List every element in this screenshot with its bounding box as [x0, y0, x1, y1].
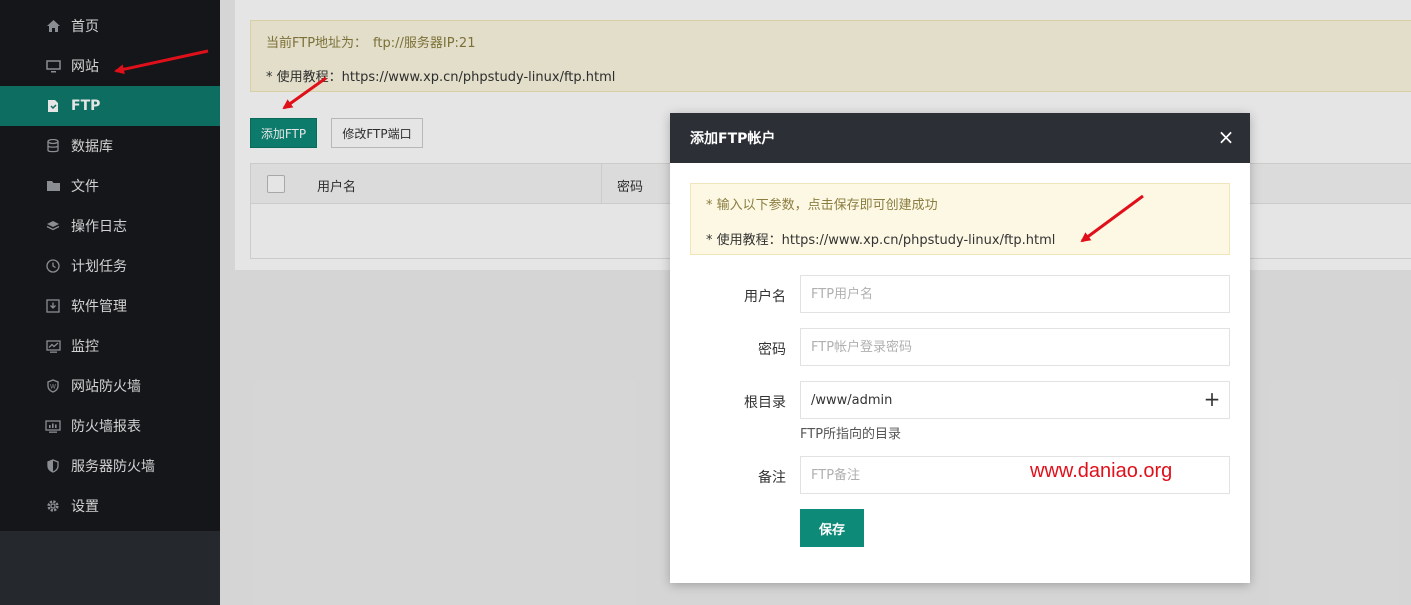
password-input[interactable] [800, 328, 1230, 366]
dialog-notice-tutorial: * 使用教程：https://www.xp.cn/phpstudy-linux/… [706, 233, 1056, 248]
username-label: 用户名 [744, 289, 786, 305]
save-button[interactable]: 保存 [800, 509, 864, 547]
root-dir-input[interactable] [800, 381, 1230, 419]
dialog-title: 添加FTP帐户 [690, 131, 776, 147]
dialog-notice: * 输入以下参数，点击保存即可创建成功 * 使用教程：https://www.x… [690, 183, 1230, 255]
dialog-notice-instruction: * 输入以下参数，点击保存即可创建成功 [706, 198, 938, 213]
dialog-header: 添加FTP帐户 × [670, 113, 1250, 163]
username-input[interactable] [800, 275, 1230, 313]
watermark-text: www.daniao.org [1030, 460, 1173, 482]
root-dir-label: 根目录 [744, 395, 786, 411]
root-dir-hint: FTP所指向的目录 [800, 427, 902, 442]
plus-icon[interactable]: + [1202, 389, 1222, 409]
remark-label: 备注 [758, 470, 786, 486]
add-ftp-dialog: 添加FTP帐户 × * 输入以下参数，点击保存即可创建成功 * 使用教程：htt… [670, 113, 1250, 583]
close-icon[interactable]: × [1216, 127, 1236, 147]
password-label: 密码 [758, 342, 786, 358]
